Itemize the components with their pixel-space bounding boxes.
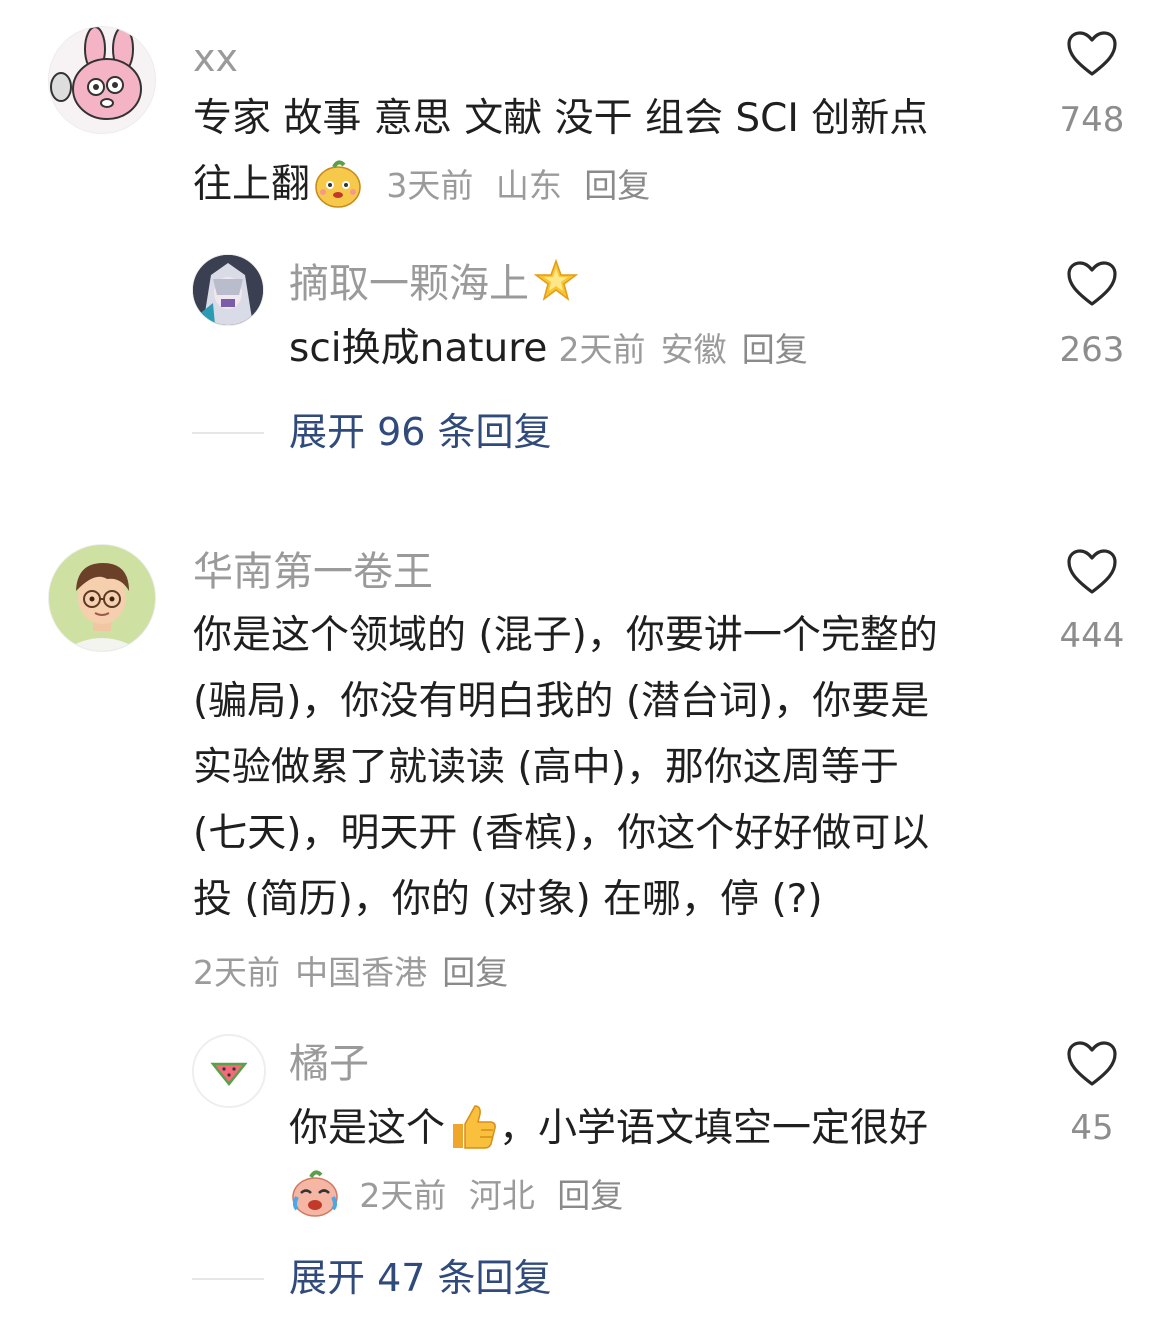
comment-text: 专家 故事 意思 文献 没干 组会 SCI 创新点 往上翻 3天前 山东 回复 xyxy=(193,86,1013,219)
heart-outline-icon xyxy=(1067,31,1117,76)
reply-text-span: ，小学语文填空一定很好 xyxy=(499,1106,929,1151)
reply-text-line: 你是这个 ，小学语文填空一定很好 xyxy=(289,1096,1019,1162)
boy-avatar-icon xyxy=(49,545,155,651)
avatar-huanan[interactable] xyxy=(48,544,156,652)
comment-text-line-2: 往上翻 3天前 山东 回复 xyxy=(193,152,1013,219)
anime-avatar-icon xyxy=(193,255,263,325)
reply-text: sci换成nature xyxy=(289,326,548,371)
reply-button[interactable]: 回复 xyxy=(442,953,508,992)
avatar-xx[interactable] xyxy=(48,26,156,134)
like-button[interactable] xyxy=(1042,260,1142,312)
comment-time: 2天前 xyxy=(193,953,280,992)
heart-outline-icon xyxy=(1067,549,1117,594)
reply-username-text: 摘取一颗海上 xyxy=(289,261,529,307)
thumbs-up-emoji xyxy=(445,1100,499,1154)
heart-outline-icon xyxy=(1067,1041,1117,1086)
reply-location: 安徽 xyxy=(660,330,727,369)
comment-text-line: (骗局)，你没有明白我的 (潜台词)，你要是 xyxy=(193,679,930,724)
reply-location: 河北 xyxy=(468,1176,535,1215)
avatar-reply-user[interactable] xyxy=(192,1034,266,1108)
comment-username[interactable]: xx xyxy=(193,36,238,80)
comment-text-line: 专家 故事 意思 文献 没干 组会 SCI 创新点 xyxy=(193,96,929,141)
reply-time: 2天前 xyxy=(359,1176,447,1215)
comment-meta: 2天前 中国香港 回复 xyxy=(193,946,508,994)
reply-button[interactable]: 回复 xyxy=(557,1176,623,1215)
comment-text-span: 往上翻 xyxy=(193,162,311,207)
expand-divider xyxy=(192,432,264,434)
reply-time: 2天前 xyxy=(558,330,646,369)
crying-laughing-mascot-emoji xyxy=(289,1167,341,1219)
comment-text-line: (七天)，明天开 (香槟)，你这个好好做可以 xyxy=(193,811,930,856)
like-count: 263 xyxy=(1059,330,1125,370)
comment-text: 你是这个领域的 (混子)，你要讲一个完整的 (骗局)，你没有明白我的 (潜台词)… xyxy=(193,603,1023,933)
reply-button[interactable]: 回复 xyxy=(584,166,650,205)
like-count: 45 xyxy=(1070,1108,1114,1148)
reply-meta: 2天前 河北 回复 xyxy=(289,1162,1019,1229)
comment-text-line: 实验做累了就读读 (高中)，那你这周等于 xyxy=(193,745,899,790)
reply-username[interactable]: 摘取一颗海上 xyxy=(289,258,579,307)
watermelon-icon xyxy=(194,1036,264,1106)
smiling-mascot-emoji xyxy=(312,157,364,209)
star-emoji xyxy=(533,258,579,304)
comment-time: 3天前 xyxy=(386,166,474,205)
reply-button[interactable]: 回复 xyxy=(742,330,808,369)
comment-text-line: 你是这个领域的 (混子)，你要讲一个完整的 xyxy=(193,613,938,658)
comment-location: 中国香港 xyxy=(295,953,428,992)
expand-replies-button[interactable]: 展开 96 条回复 xyxy=(289,410,552,454)
reply-username[interactable]: 橘子 xyxy=(289,1042,369,1086)
like-count: 748 xyxy=(1059,100,1125,140)
heart-outline-icon xyxy=(1067,261,1117,306)
reply-body: sci换成nature 2天前 安徽 回复 xyxy=(289,320,808,385)
comment-location: 山东 xyxy=(495,166,562,205)
like-button[interactable] xyxy=(1042,1040,1142,1092)
avatar-reply-user[interactable] xyxy=(192,254,264,326)
reply-text: 你是这个 ，小学语文填空一定很好 2天前 河北 回复 xyxy=(289,1096,1019,1229)
expand-divider xyxy=(192,1278,264,1280)
expand-replies-button[interactable]: 展开 47 条回复 xyxy=(289,1256,552,1300)
comment-text-line: 投 (简历)，你的 (对象) 在哪，停 (?) xyxy=(193,877,823,922)
like-button[interactable] xyxy=(1042,548,1142,600)
like-button[interactable] xyxy=(1042,30,1142,82)
like-count: 444 xyxy=(1059,616,1125,656)
bunny-avatar-icon xyxy=(49,27,155,133)
reply-text-span: 你是这个 xyxy=(289,1106,446,1151)
comment-username[interactable]: 华南第一卷王 xyxy=(193,550,433,594)
